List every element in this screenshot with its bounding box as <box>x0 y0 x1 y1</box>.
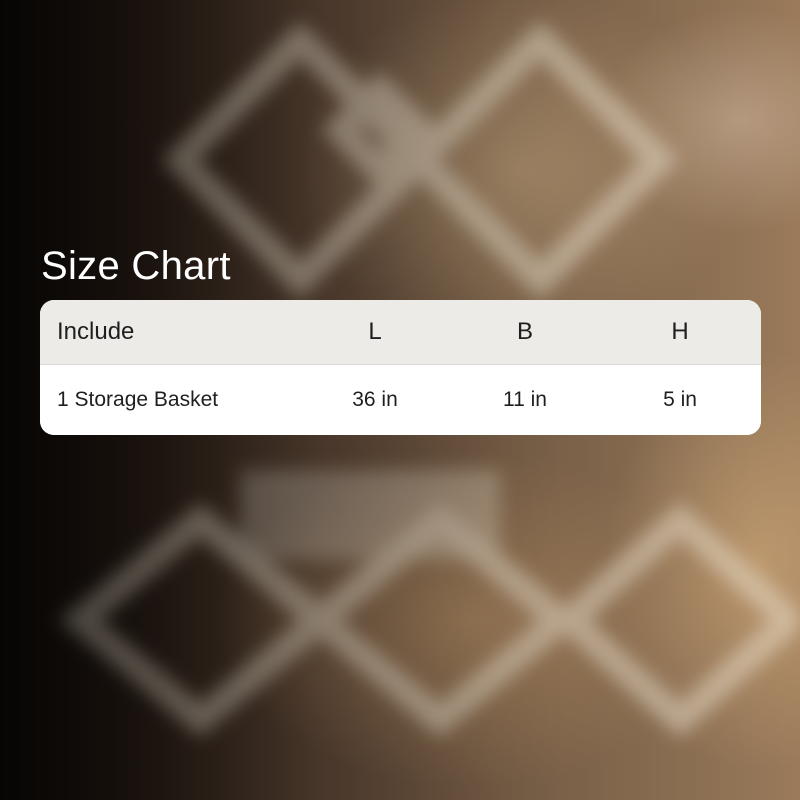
header-breadth: B <box>516 318 533 345</box>
cell-height: 5 in <box>663 388 697 411</box>
cell-breadth: 11 in <box>503 388 547 411</box>
header-length: L <box>368 318 382 345</box>
table-header-row: Include L B H <box>40 300 761 365</box>
table-row: 1 Storage Basket 36 in 11 in 5 in <box>40 365 761 435</box>
page-title: Size Chart <box>41 244 231 288</box>
header-height: H <box>671 318 689 345</box>
cell-length: 36 in <box>352 388 398 411</box>
cell-include: 1 Storage Basket <box>57 388 219 411</box>
header-include: Include <box>57 318 135 345</box>
size-chart-table: Include L B H 1 Storage Basket 36 in 11 … <box>40 300 761 435</box>
